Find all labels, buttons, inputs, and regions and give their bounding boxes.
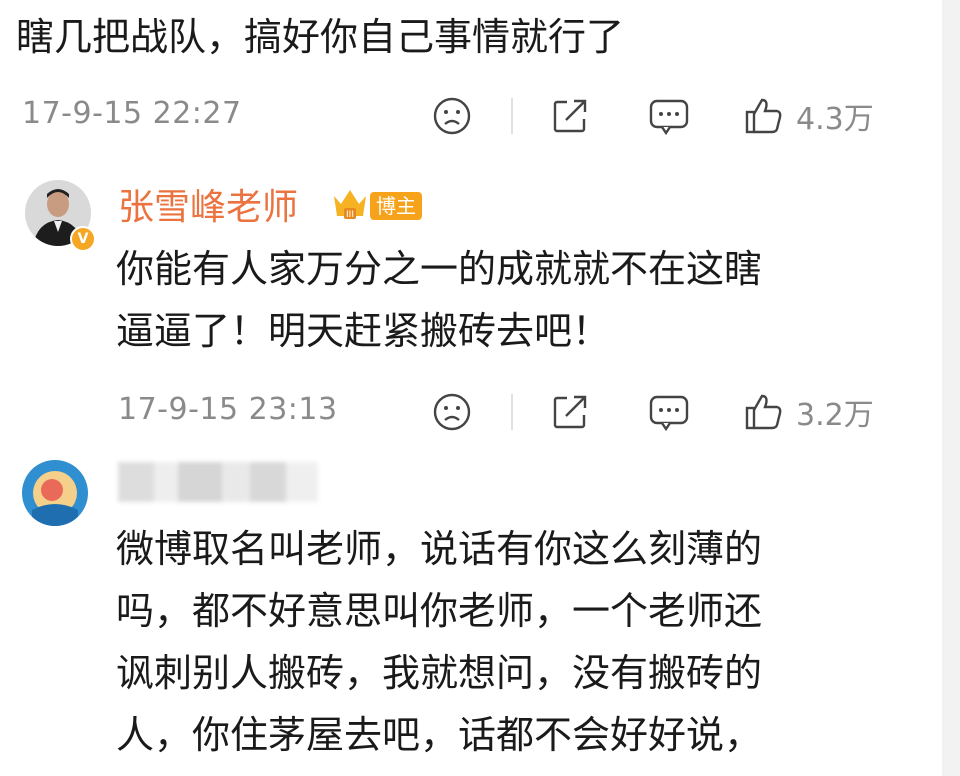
reply-line: 吗，都不好意思叫你老师，一个老师还 xyxy=(116,589,763,633)
reply-actions: 17-9-15 23:13 3.2万 xyxy=(0,388,960,436)
comment-button[interactable] xyxy=(648,388,690,436)
divider xyxy=(511,394,513,430)
like-count: 4.3万 xyxy=(796,102,874,137)
dislike-icon xyxy=(433,393,471,431)
dislike-button[interactable] xyxy=(432,388,472,436)
reply-timestamp: 17-9-15 23:13 xyxy=(118,392,338,427)
like-icon xyxy=(745,394,782,430)
like-icon xyxy=(745,98,782,134)
share-icon xyxy=(553,99,587,133)
host-badge: 博主 xyxy=(370,192,422,220)
comment-timestamp: 17-9-15 22:27 xyxy=(22,96,242,131)
dislike-button[interactable] xyxy=(432,92,472,140)
reply-line: 微博取名叫老师，说话有你这么刻薄的 xyxy=(116,527,763,571)
comment-button[interactable] xyxy=(648,92,690,140)
like-button[interactable]: 4.3万 xyxy=(744,92,874,140)
share-button[interactable] xyxy=(550,92,590,140)
share-button[interactable] xyxy=(550,388,590,436)
share-icon xyxy=(553,395,587,429)
avatar[interactable] xyxy=(22,460,88,526)
reply-line: 讽刺别人搬砖，我就想问，没有搬砖的 xyxy=(116,651,763,695)
svg-text:III: III xyxy=(346,210,354,220)
username[interactable]: 张雪峰老师 xyxy=(118,178,298,230)
divider xyxy=(511,98,513,134)
blurred-username xyxy=(118,462,318,502)
comment-icon xyxy=(649,99,689,136)
like-count: 3.2万 xyxy=(796,398,874,433)
dislike-icon xyxy=(433,97,471,135)
crown-icon: III xyxy=(334,190,366,220)
reply-line: 你能有人家万分之一的成就就不在这瞎 xyxy=(116,247,763,291)
comment-actions: 17-9-15 22:27 4.3万 xyxy=(0,92,960,140)
verified-icon: V xyxy=(70,226,96,252)
reply-line: 人，你住茅屋去吧，话都不会好好说， xyxy=(116,713,763,757)
comment-icon xyxy=(649,395,689,432)
like-button[interactable]: 3.2万 xyxy=(744,388,874,436)
reply-line: 逼逼了！明天赶紧搬砖去吧！ xyxy=(116,309,611,353)
comment-text: 瞎几把战队，搞好你自己事情就行了 xyxy=(16,15,625,59)
